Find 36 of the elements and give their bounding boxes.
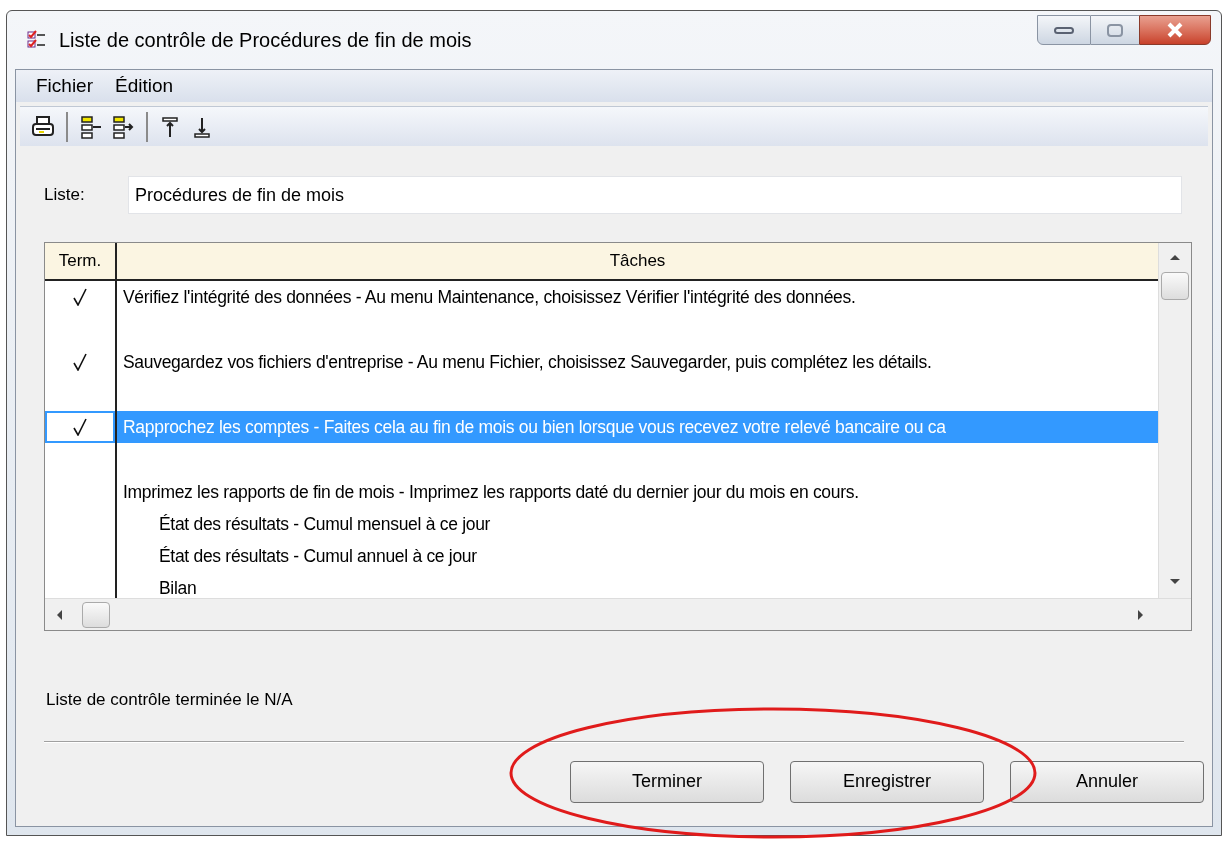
scroll-thumb[interactable] (1161, 272, 1189, 300)
menu-item[interactable]: Fichier (36, 71, 93, 101)
dialog-button[interactable]: Terminer (570, 760, 764, 803)
close-icon[interactable] (1165, 22, 1185, 38)
task-row[interactable]: Sauvegardez vos fichiers d'entreprise - Au menu Fichier, choisissez Sauvegarder, puis complétez les détails. (117, 346, 1158, 378)
completion-status-text: Liste de contrôle terminée le N/A (46, 689, 294, 711)
list-label: Liste: (44, 184, 86, 207)
scroll-down-arrow-icon[interactable] (1170, 579, 1180, 584)
scroll-thumb[interactable] (82, 601, 110, 628)
maximize-button[interactable] (1091, 15, 1139, 45)
close-button[interactable] (1139, 15, 1211, 45)
column-header[interactable]: Term. (45, 243, 117, 279)
check-mark-icon[interactable] (73, 353, 87, 371)
menu-item[interactable]: Édition (115, 71, 174, 101)
subtask-line: État des résultats - Cumul mensuel à ce jour (158, 512, 492, 536)
selected-check-cell[interactable] (45, 411, 115, 443)
column-header[interactable]: Tâches (117, 243, 1158, 279)
subtask-line: Bilan (158, 576, 198, 598)
minimize-button[interactable] (1037, 15, 1091, 45)
window-title: Liste de contrôle de Procédures de fin de mois (59, 28, 472, 53)
scroll-up-arrow-icon[interactable] (1170, 255, 1180, 260)
dialog-button[interactable]: Annuler (1010, 760, 1204, 803)
vertical-scrollbar[interactable] (1158, 243, 1191, 598)
scroll-right-arrow-icon[interactable] (1138, 609, 1143, 620)
subtask-line: État des résultats - Cumul annuel à ce jour (158, 544, 478, 568)
horizontal-scrollbar[interactable] (45, 598, 1191, 630)
check-mark-icon[interactable] (73, 288, 87, 306)
checklist-icon (27, 30, 47, 50)
task-row[interactable]: Imprimez les rapports de fin de mois - Imprimez les rapports daté du dernier jour du mois en cours. (117, 476, 1158, 508)
scroll-left-arrow-icon[interactable] (57, 609, 62, 620)
indent-icon[interactable] (110, 113, 136, 140)
outdent-icon[interactable] (78, 113, 104, 140)
dialog-button[interactable]: Enregistrer (790, 760, 984, 803)
list-name-field[interactable]: Procédures de fin de mois (128, 176, 1182, 214)
check-mark-icon[interactable] (73, 418, 87, 436)
task-row[interactable]: Vérifiez l'intégrité des données - Au menu Maintenance, choisissez Vérifier l'intégrité des données. (117, 281, 1158, 313)
